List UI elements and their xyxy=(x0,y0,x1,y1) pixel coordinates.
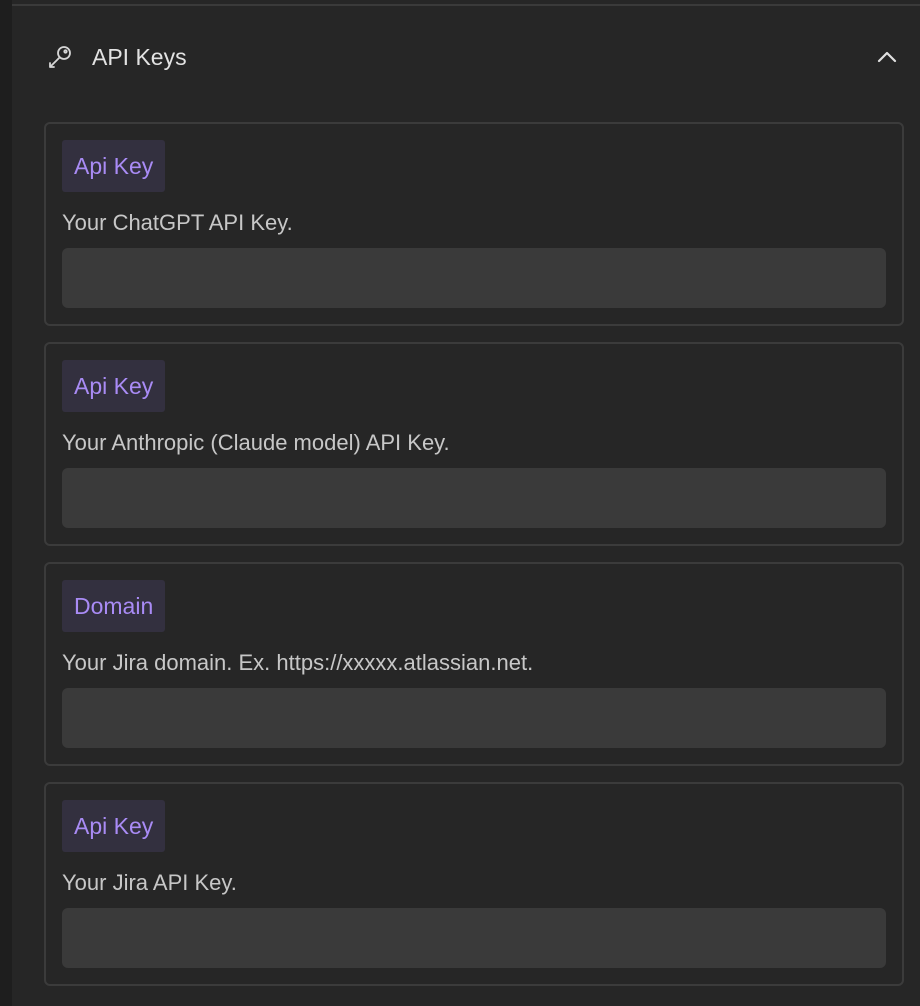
setting-card-chatgpt-api-key: Api Key Your ChatGPT API Key. xyxy=(44,122,904,326)
setting-card-jira-domain: Domain Your Jira domain. Ex. https://xxx… xyxy=(44,562,904,766)
anthropic-api-key-input[interactable] xyxy=(62,468,886,528)
setting-label-badge: Api Key xyxy=(62,800,166,852)
key-icon xyxy=(49,46,71,68)
settings-panel: API Keys Api Key Your ChatGPT API Key. A… xyxy=(12,0,920,1006)
jira-domain-input[interactable] xyxy=(62,688,886,748)
setting-card-jira-api-key: Api Key Your Jira API Key. xyxy=(44,782,904,986)
api-keys-section-header[interactable]: API Keys xyxy=(12,28,920,86)
setting-label-badge: Api Key xyxy=(62,140,166,192)
setting-label-badge: Api Key xyxy=(62,360,166,412)
setting-description: Your Jira domain. Ex. https://xxxxx.atla… xyxy=(62,650,534,675)
jira-api-key-input[interactable] xyxy=(62,908,886,968)
setting-description: Your ChatGPT API Key. xyxy=(62,210,293,235)
setting-description: Your Jira API Key. xyxy=(62,870,237,895)
divider xyxy=(12,4,920,6)
setting-description: Your Anthropic (Claude model) API Key. xyxy=(62,430,450,455)
section-title: API Keys xyxy=(92,44,187,70)
chevron-up-icon[interactable] xyxy=(875,45,899,69)
chatgpt-api-key-input[interactable] xyxy=(62,248,886,308)
setting-label-badge: Domain xyxy=(62,580,166,632)
left-edge-strip xyxy=(0,0,12,1006)
settings-list: Api Key Your ChatGPT API Key. Api Key Yo… xyxy=(44,122,904,1002)
setting-card-anthropic-api-key: Api Key Your Anthropic (Claude model) AP… xyxy=(44,342,904,546)
